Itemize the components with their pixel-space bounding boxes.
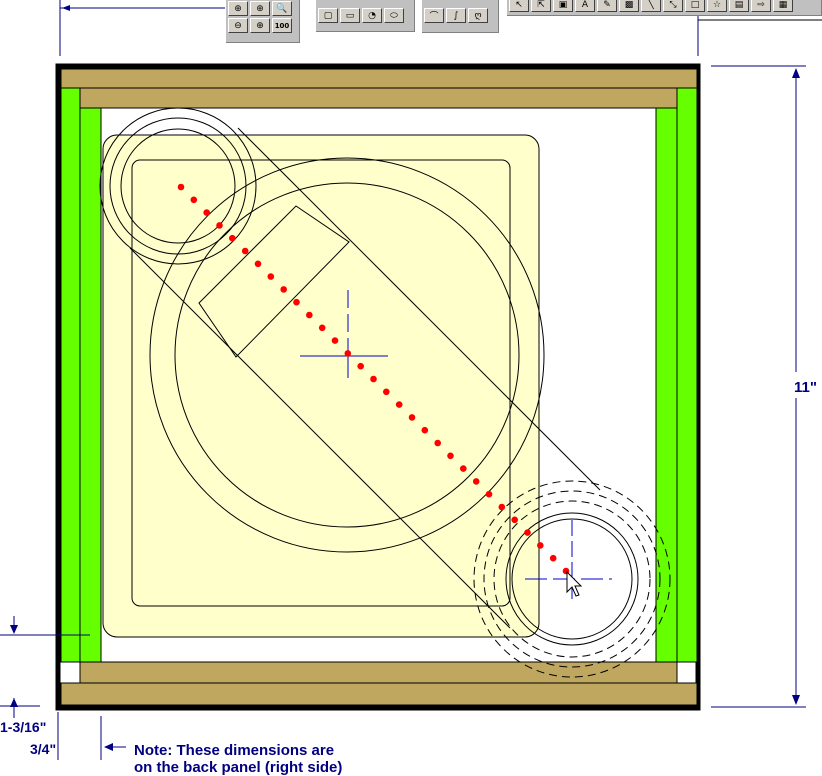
- curves-toolbar: ⌒ ∫ ღ: [422, 0, 499, 33]
- red-dot: [421, 426, 429, 434]
- spline-tool-icon[interactable]: ∫: [446, 8, 466, 23]
- top-dimension-arrow: [62, 5, 70, 11]
- duplicate-tool-icon[interactable]: ▣: [553, 0, 573, 12]
- left-offset-label: 1-3/16": [0, 719, 46, 735]
- page-tool-icon[interactable]: ▤: [729, 0, 749, 12]
- zoom-window-icon[interactable]: 🔍: [272, 1, 292, 16]
- note-line-1: Note: These dimensions are: [134, 742, 334, 759]
- top-inner-panel[interactable]: [79, 87, 678, 109]
- red-dot: [280, 286, 288, 293]
- zoom-previous-icon[interactable]: ⊕: [250, 18, 270, 33]
- rounded-rectangle-tool-icon[interactable]: ▭: [340, 8, 360, 23]
- small-dim-arrow: [104, 743, 113, 751]
- bottom-outer-panel[interactable]: [60, 682, 698, 706]
- red-dot: [549, 554, 557, 562]
- zoom-toolbar: ⊕ ⊕ 🔍 ⊖ ⊕ 100: [226, 0, 300, 43]
- right-dim-arrow-bottom: [792, 695, 800, 705]
- red-dot: [524, 529, 531, 536]
- zoom-in-icon[interactable]: ⊕: [228, 1, 248, 16]
- top-outer-panel[interactable]: [60, 68, 698, 89]
- red-dot: [344, 350, 352, 357]
- red-dot: [241, 247, 249, 255]
- red-dot: [203, 209, 210, 216]
- pointer-tool-icon[interactable]: ↖: [509, 0, 529, 12]
- red-dot: [395, 401, 403, 408]
- red-dot: [357, 362, 365, 370]
- red-dot: [447, 452, 454, 460]
- red-dot: [408, 414, 416, 421]
- red-dot: [511, 516, 518, 524]
- red-dot: [331, 337, 339, 344]
- symbol-tool-icon[interactable]: ✎: [597, 0, 617, 12]
- red-dot: [216, 222, 223, 229]
- shapes-toolbar: ▢ ▭ ◔ ⬭: [316, 0, 415, 32]
- red-dot: [537, 542, 544, 549]
- zoom-100-button[interactable]: 100: [272, 18, 292, 33]
- right-inner-side-panel[interactable]: [655, 107, 678, 663]
- right-dim-arrow-top: [792, 68, 800, 78]
- zoom-out-icon[interactable]: ⊖: [228, 18, 248, 33]
- freeform-shape-tool-icon[interactable]: ◔: [362, 8, 382, 23]
- rectangle-tool-icon[interactable]: ▢: [318, 8, 338, 23]
- image-tool-icon[interactable]: ▩: [619, 0, 639, 12]
- arc-tool-icon[interactable]: ⌒: [424, 8, 444, 23]
- red-dot: [472, 478, 480, 485]
- box-tool-icon[interactable]: □: [685, 0, 705, 12]
- spiral-tool-icon[interactable]: ღ: [468, 8, 488, 23]
- red-dot: [460, 465, 467, 472]
- red-dot: [383, 388, 390, 396]
- red-dot: [485, 490, 493, 498]
- red-dot: [370, 375, 377, 383]
- red-dot: [254, 260, 262, 268]
- red-dot: [229, 234, 236, 242]
- red-dot: [318, 324, 326, 332]
- small-dim-label: 3/4": [30, 741, 56, 757]
- drawing-canvas[interactable]: 11" 1-3/16" 3/4" Note: These dimensions …: [0, 0, 822, 776]
- left-offset-arrow-top: [10, 625, 18, 634]
- grid-tool-icon[interactable]: ▦: [773, 0, 793, 12]
- red-dot: [434, 439, 442, 447]
- drawing-tools-toolbar: ↖ ⇱ ▣ A ✎ ▩ ╲ ⤡ □ ☆ ▤ ⇨ ▦: [507, 0, 822, 16]
- ellipse-tool-icon[interactable]: ⬭: [384, 8, 404, 23]
- red-dot: [293, 298, 300, 306]
- red-dot: [177, 183, 185, 191]
- left-inner-side-panel[interactable]: [79, 107, 102, 663]
- left-outer-side-panel[interactable]: [60, 87, 81, 663]
- note-line-2: on the back panel (right side): [134, 759, 342, 776]
- dimension-line-tool-icon[interactable]: ⤡: [663, 0, 683, 12]
- line-tool-icon[interactable]: ╲: [641, 0, 661, 12]
- reshape-tool-icon[interactable]: ⇱: [531, 0, 551, 12]
- red-dot: [498, 503, 506, 511]
- height-dimension-label: 11": [794, 379, 817, 396]
- star-tool-icon[interactable]: ☆: [707, 0, 727, 12]
- right-outer-side-panel[interactable]: [676, 87, 698, 663]
- zoom-in-plus-icon[interactable]: ⊕: [250, 1, 270, 16]
- red-dot: [190, 196, 198, 204]
- red-dot: [306, 311, 313, 319]
- forward-tool-icon[interactable]: ⇨: [751, 0, 771, 12]
- red-dot: [267, 273, 275, 280]
- text-tool-icon[interactable]: A: [575, 0, 595, 12]
